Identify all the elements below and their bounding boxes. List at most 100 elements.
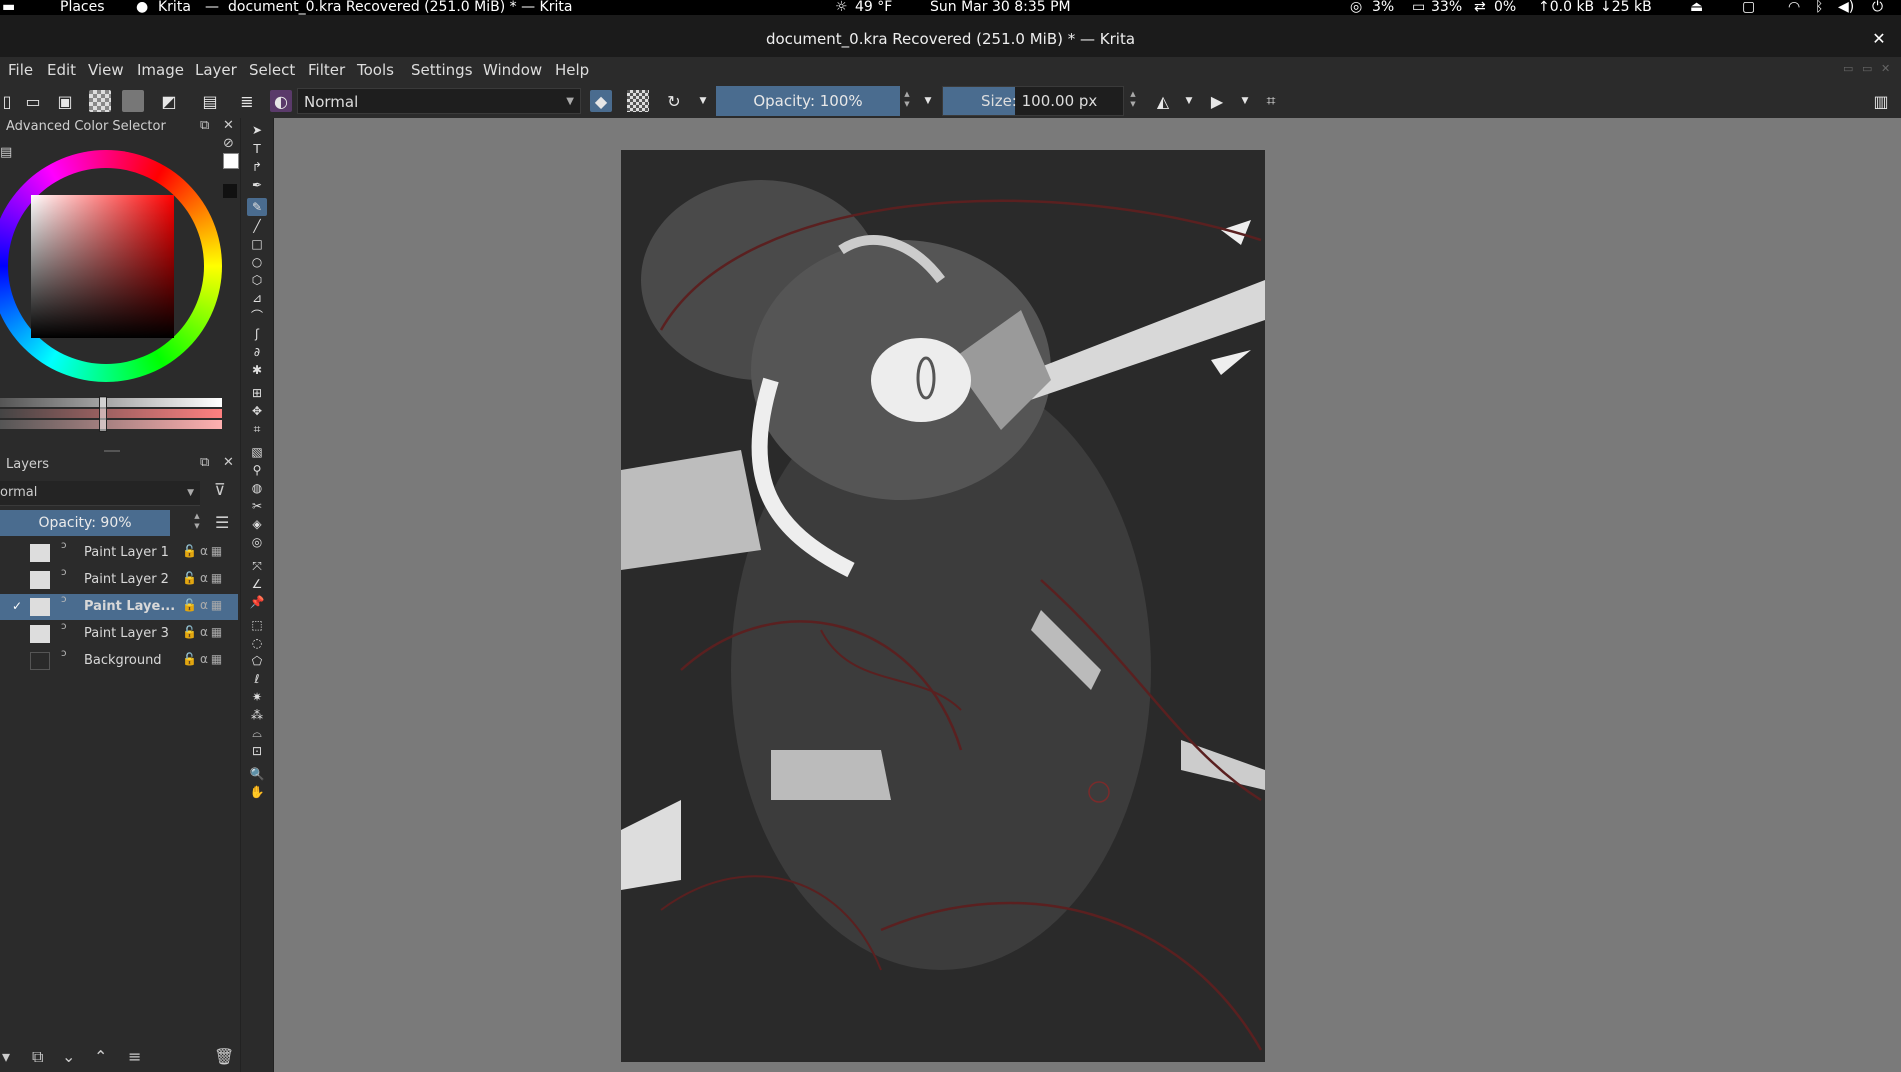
clipboard-icon[interactable]: ▢ — [1742, 0, 1755, 15]
enclose-fill-tool-icon[interactable]: ◎ — [247, 533, 267, 551]
layer-lock-alpha-icons[interactable]: 🔓α▦ — [182, 571, 225, 585]
close-window-button[interactable]: ✕ — [1869, 29, 1889, 49]
bezier-select-tool-icon[interactable]: ⌓ — [247, 724, 267, 742]
mirror-h-dropdown-icon[interactable]: ▼ — [1178, 90, 1200, 112]
freehand-path-tool-icon[interactable]: ʃ — [247, 325, 267, 343]
crop-tool-icon[interactable]: ⌗ — [247, 420, 267, 438]
mirror-v-dropdown-icon[interactable]: ▼ — [1234, 90, 1256, 112]
transform-tool-icon[interactable]: ⊞ — [247, 384, 267, 402]
open-document-icon[interactable]: ▭ — [22, 90, 44, 112]
layer-row-active[interactable]: ✓ ↄ Paint Laye... 🔓α▦ — [0, 594, 238, 620]
clock[interactable]: Sun Mar 30 8:35 PM — [930, 0, 1071, 15]
menu-tools[interactable]: Tools — [357, 61, 394, 79]
zoom-tool-icon[interactable]: 🔍 — [247, 765, 267, 783]
freehand-select-tool-icon[interactable]: ℓ — [247, 670, 267, 688]
saturation-value-square[interactable] — [31, 195, 174, 338]
document-canvas[interactable] — [621, 150, 1265, 1062]
layer-lock-alpha-icons[interactable]: 🔓α▦ — [182, 544, 225, 558]
close-panel-icon[interactable]: ✕ — [223, 118, 234, 133]
bezier-tool-icon[interactable]: ⌒ — [247, 307, 267, 325]
opacity-slider[interactable]: Opacity: 100% — [716, 86, 900, 116]
pan-tool-icon[interactable]: ✋ — [247, 783, 267, 801]
assistant-tool-icon[interactable]: ⤧ — [247, 557, 267, 575]
layer-opacity-slider[interactable]: Opacity: 90% — [0, 510, 170, 536]
ellipse-select-tool-icon[interactable]: ◌ — [247, 634, 267, 652]
eject-icon[interactable]: ⏏ — [1690, 0, 1703, 15]
foreground-color-chip[interactable] — [223, 153, 239, 169]
brush-preset-thumbnail[interactable]: ◐ — [270, 90, 292, 112]
magnetic-select-tool-icon[interactable]: ⊡ — [247, 742, 267, 760]
brush-settings-icon[interactable]: ▤ — [199, 90, 221, 112]
lightness-slider[interactable] — [0, 398, 222, 407]
places-menu[interactable]: Places — [60, 0, 105, 15]
background-color-chip[interactable] — [223, 184, 237, 198]
layer-visibility-checkbox[interactable] — [12, 546, 24, 558]
workspace-icon[interactable]: ▥ — [1870, 90, 1892, 112]
activities-icon[interactable]: ▬ — [2, 0, 15, 15]
menu-layer[interactable]: Layer — [195, 61, 237, 79]
reload-dropdown-icon[interactable]: ▼ — [692, 90, 714, 112]
save-icon[interactable]: ▣ — [54, 90, 76, 112]
close-doc-icon[interactable]: ✕ — [1881, 62, 1890, 75]
slider-handle[interactable] — [99, 396, 107, 432]
add-layer-icon[interactable]: ▾ — [2, 1047, 10, 1066]
restore-icon-2[interactable]: ▭ — [1862, 62, 1872, 75]
layer-row[interactable]: ↄ Background 🔓α▦ — [0, 648, 238, 674]
move-layer-up-icon[interactable]: ⌃ — [94, 1047, 107, 1066]
mirror-horizontal-icon[interactable]: ◭ — [1152, 90, 1174, 112]
menu-select[interactable]: Select — [249, 61, 295, 79]
volume-icon[interactable]: ◀) — [1838, 0, 1854, 15]
layer-row[interactable]: ↄ Paint Layer 3 🔓α▦ — [0, 621, 238, 647]
layer-options-icon[interactable]: ☰ — [215, 513, 229, 532]
eraser-mode-icon[interactable]: ◆ — [590, 90, 612, 112]
delete-layer-icon[interactable]: 🗑 — [214, 1047, 234, 1066]
layer-name[interactable]: Paint Layer 1 — [84, 545, 169, 560]
power-icon[interactable]: ⏻ — [1872, 0, 1883, 15]
panel-splitter[interactable] — [104, 450, 120, 452]
layer-name[interactable]: Paint Layer 2 — [84, 572, 169, 587]
app-menu[interactable]: Krita — [158, 0, 191, 15]
bluetooth-icon[interactable]: ᛒ — [1815, 0, 1823, 15]
red-slider[interactable] — [0, 409, 222, 418]
gradient-tool-icon[interactable]: ▧ — [247, 443, 267, 461]
color-selector-menu-icon[interactable]: ▤ — [0, 145, 12, 160]
layer-visibility-checkbox[interactable]: ✓ — [12, 600, 24, 612]
wraparound-icon[interactable]: ⌗ — [1260, 90, 1282, 112]
layer-lock-alpha-icons[interactable]: 🔓α▦ — [182, 652, 225, 666]
menu-filter[interactable]: Filter — [308, 61, 345, 79]
menu-view[interactable]: View — [88, 61, 124, 79]
layer-name[interactable]: Background — [84, 653, 162, 668]
reload-preset-icon[interactable]: ↻ — [663, 90, 685, 112]
menu-settings[interactable]: Settings — [411, 61, 473, 79]
text-tool-icon[interactable]: T — [247, 140, 267, 158]
rectangle-tool-icon[interactable]: □ — [247, 235, 267, 253]
layer-name[interactable]: Paint Layer 3 — [84, 626, 169, 641]
ellipse-tool-icon[interactable]: ○ — [247, 253, 267, 271]
rect-select-tool-icon[interactable]: ⬚ — [247, 616, 267, 634]
wifi-icon[interactable]: ◠ — [1788, 0, 1800, 15]
saturation-slider[interactable] — [0, 420, 222, 429]
menu-edit[interactable]: Edit — [47, 61, 76, 79]
filter-icon[interactable]: ⊽ — [214, 480, 226, 499]
select-shapes-tool-icon[interactable]: ➤ — [247, 121, 267, 139]
size-slider[interactable]: Size: 100.00 px — [942, 86, 1124, 116]
layer-visibility-checkbox[interactable] — [12, 573, 24, 585]
edit-shapes-tool-icon[interactable]: ↱ — [247, 158, 267, 176]
opacity-dropdown-icon[interactable]: ▼ — [917, 90, 939, 112]
freehand-brush-tool-icon[interactable]: ✎ — [247, 198, 267, 216]
layer-visibility-checkbox[interactable] — [12, 654, 24, 666]
fg-bg-color-icon[interactable]: ◩ — [158, 90, 180, 112]
smart-patch-tool-icon[interactable]: ✂ — [247, 497, 267, 515]
gradient-icon[interactable] — [89, 90, 111, 112]
similar-select-tool-icon[interactable]: ⁂ — [247, 706, 267, 724]
layer-lock-alpha-icons[interactable]: 🔓α▦ — [182, 625, 225, 639]
layer-row[interactable]: ↄ Paint Layer 2 🔓α▦ — [0, 567, 238, 593]
size-spinner[interactable]: ▲ ▼ — [1128, 89, 1138, 113]
pattern-icon[interactable] — [122, 90, 144, 112]
layer-row[interactable]: ↄ Paint Layer 1 🔓α▦ — [0, 540, 238, 566]
color-sampler-tool-icon[interactable]: ⚲ — [247, 461, 267, 479]
brush-presets-icon[interactable]: ≣ — [236, 90, 258, 112]
menu-help[interactable]: Help — [555, 61, 589, 79]
dynamic-brush-tool-icon[interactable]: ∂ — [247, 343, 267, 361]
restore-icon[interactable]: ▭ — [1843, 62, 1853, 75]
